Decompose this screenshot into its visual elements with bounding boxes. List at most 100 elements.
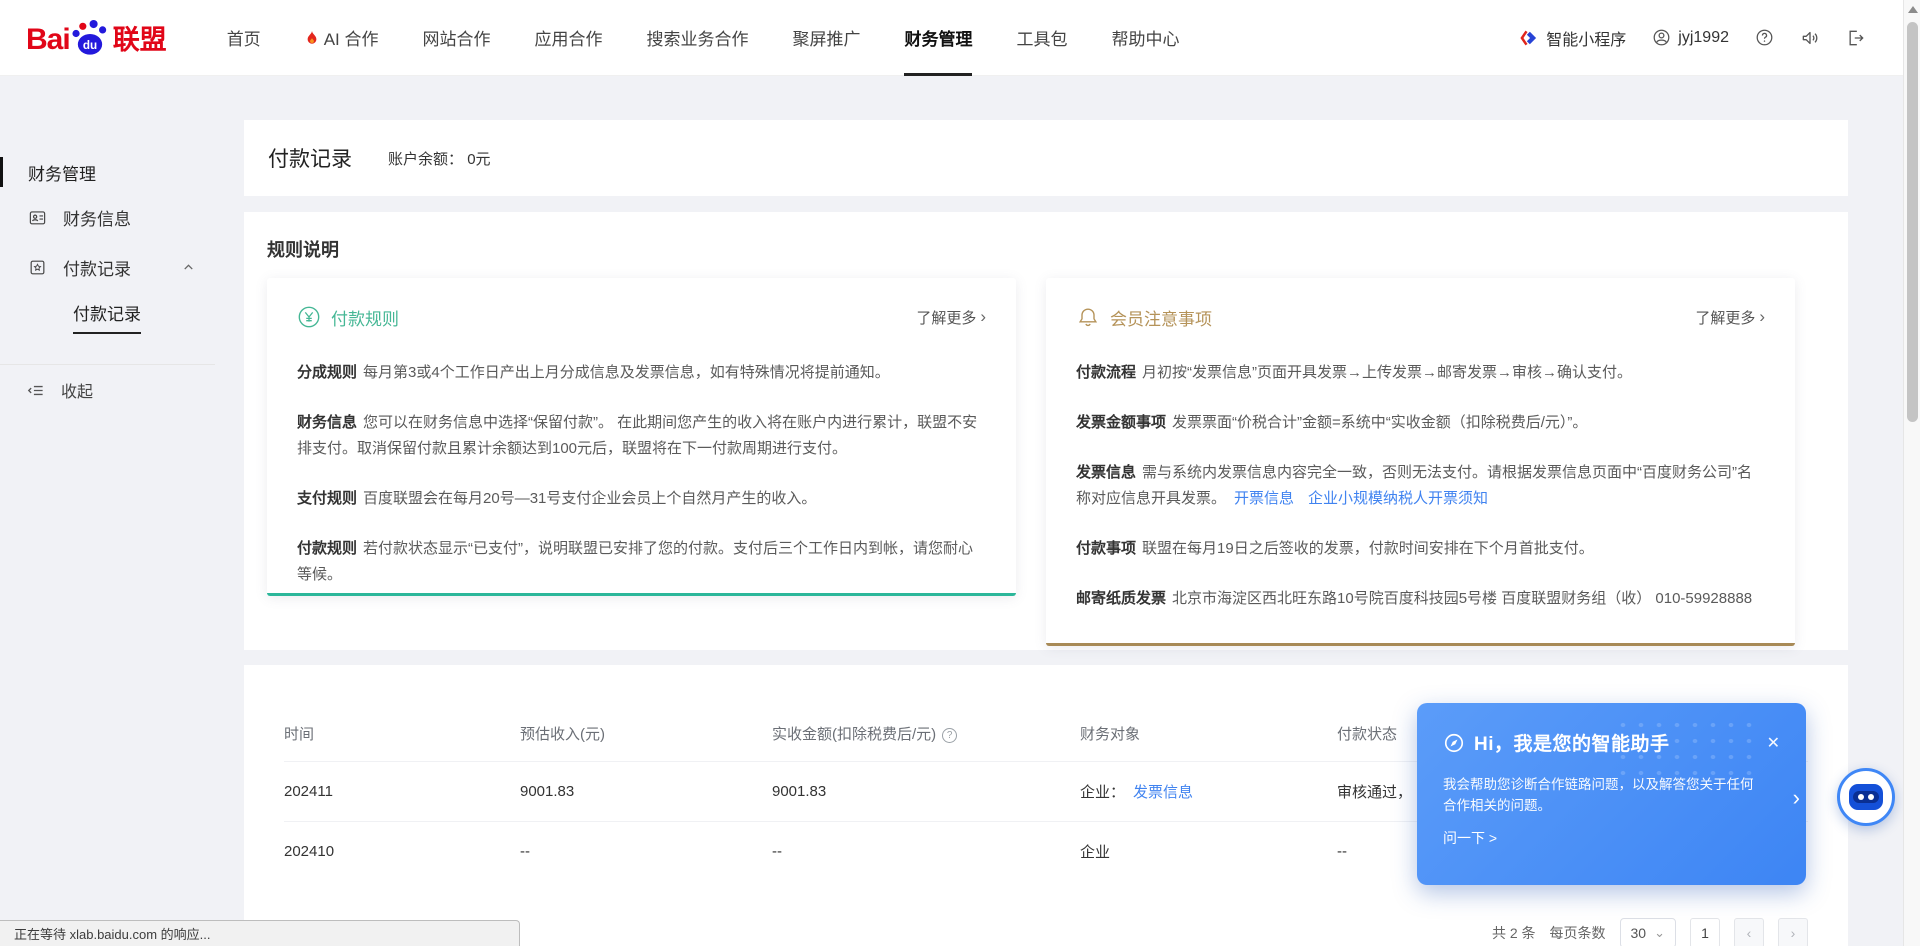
rules-heading: 规则说明 bbox=[267, 236, 1825, 262]
cell-actual: 9001.83 bbox=[772, 783, 1080, 800]
nav-finance-management[interactable]: 财务管理 bbox=[882, 0, 994, 76]
invoice-info-link[interactable]: 开票信息 bbox=[1234, 490, 1294, 507]
payment-rules-title-row: 付款规则 bbox=[297, 305, 399, 330]
nav-ai-cooperation[interactable]: AI 合作 bbox=[283, 0, 401, 76]
rule-item: 发票金额事项发票票面“价税合计”金额=系统中“实收金额（扣除税费后/元）”。 bbox=[1076, 410, 1765, 436]
sidebar-item-finance-info[interactable]: 财务信息 bbox=[0, 192, 243, 242]
scrollbar-thumb[interactable] bbox=[1907, 22, 1918, 422]
sidebar-section-finance-management[interactable]: 财务管理 bbox=[0, 152, 243, 192]
sidebar-section-label: 财务管理 bbox=[28, 160, 96, 185]
assistant-popup: Hi，我是您的智能助手 ✕ 我会帮助您诊断合作链路问题，以及解答您关于任何合作相… bbox=[1417, 703, 1806, 885]
collapse-label: 收起 bbox=[61, 378, 93, 402]
cell-estimated: -- bbox=[520, 843, 772, 860]
payment-rules-more-link[interactable]: 了解更多› bbox=[916, 307, 986, 328]
col-estimated-income: 预估收入(元) bbox=[520, 723, 772, 744]
rule-item: 发票信息需与系统内发票信息内容完全一致，否则无法支付。请根据发票信息页面中“百度… bbox=[1076, 460, 1765, 512]
assistant-title: Hi，我是您的智能助手 bbox=[1474, 729, 1670, 756]
cell-estimated: 9001.83 bbox=[520, 783, 772, 800]
user-icon bbox=[1652, 28, 1671, 47]
nav-app-cooperation[interactable]: 应用合作 bbox=[512, 0, 624, 76]
balance-label: 账户余额： bbox=[388, 151, 463, 168]
member-notice-title-row: 会员注意事项 bbox=[1076, 305, 1212, 330]
next-page-button[interactable]: › bbox=[1778, 918, 1808, 946]
col-actual-amount: 实收金额(扣除税费后/元)? bbox=[772, 723, 1080, 744]
rule-item: 付款事项联盟在每月19日之后签收的发票，付款时间安排在下个月首批支付。 bbox=[1076, 536, 1765, 562]
logo-text-bai: Bai bbox=[26, 23, 70, 57]
payment-rules-panel: 付款规则 了解更多› 分成规则每月第3或4个工作日产出上月分成信息及发票信息，如… bbox=[267, 278, 1016, 596]
top-navigation: Bai du 联盟 首页 AI 合作 网站合作 bbox=[0, 0, 1920, 76]
cell-time: 202411 bbox=[284, 783, 520, 800]
chevron-down-icon: ⌄ bbox=[1654, 925, 1665, 941]
nav-website-cooperation[interactable]: 网站合作 bbox=[400, 0, 512, 76]
user-account[interactable]: jyj1992 bbox=[1652, 28, 1729, 47]
small-taxpayer-notice-link[interactable]: 企业小规模纳税人开票须知 bbox=[1308, 490, 1488, 507]
nav-help-center[interactable]: 帮助中心 bbox=[1089, 0, 1201, 76]
close-icon[interactable]: ✕ bbox=[1767, 733, 1780, 753]
chevron-right-icon: › bbox=[980, 307, 986, 327]
page-viewport: Bai du 联盟 首页 AI 合作 网站合作 bbox=[0, 0, 1920, 946]
help-icon[interactable] bbox=[1755, 28, 1774, 47]
chevron-right-icon: › bbox=[1759, 307, 1765, 327]
sidebar-item-payment-records[interactable]: 付款记录 bbox=[0, 242, 243, 292]
rule-item: 支付规则百度联盟会在每月20号—31号支付企业会员上个自然月产生的收入。 bbox=[297, 486, 986, 512]
member-notice-more-link[interactable]: 了解更多› bbox=[1695, 307, 1765, 328]
page-number-button[interactable]: 1 bbox=[1690, 918, 1720, 946]
smart-miniapp-link[interactable]: 智能小程序 bbox=[1519, 26, 1626, 50]
assistant-avatar-button[interactable] bbox=[1837, 768, 1895, 826]
sidebar-item-label: 付款记录 bbox=[63, 255, 131, 280]
nav-screen-promotion[interactable]: 聚屏推广 bbox=[770, 0, 882, 76]
member-notice-panel: 会员注意事项 了解更多› 付款流程月初按“发票信息”页面开具发票→上传发票→邮寄… bbox=[1046, 278, 1795, 646]
scroll-up-arrow[interactable] bbox=[1908, 6, 1918, 13]
prev-page-button[interactable]: ‹ bbox=[1734, 918, 1764, 946]
cell-actual: -- bbox=[772, 843, 1080, 860]
chevron-right-icon[interactable]: › bbox=[1793, 785, 1800, 811]
payment-rules-title: 付款规则 bbox=[331, 305, 399, 330]
bell-icon bbox=[1076, 305, 1100, 329]
total-count: 共 2 条 bbox=[1492, 923, 1536, 943]
invoice-info-link[interactable]: 发票信息 bbox=[1133, 784, 1193, 801]
help-circle-icon[interactable]: ? bbox=[942, 728, 957, 743]
svg-text:du: du bbox=[83, 39, 97, 52]
cell-finance-target: 企业 bbox=[1080, 841, 1337, 862]
assistant-message: 我会帮助您诊断合作链路问题，以及解答您关于任何合作相关的问题。 bbox=[1443, 774, 1763, 816]
rule-item: 付款规则若付款状态显示“已支付”，说明联盟已安排了您的付款。支付后三个工作日内到… bbox=[297, 536, 986, 588]
finance-info-icon bbox=[28, 208, 47, 227]
nav-home[interactable]: 首页 bbox=[205, 0, 283, 76]
sidebar: 财务管理 财务信息 付款记录 付款记录 bbox=[0, 76, 243, 946]
compass-icon bbox=[1443, 732, 1465, 754]
account-balance: 账户余额： 0元 bbox=[388, 148, 491, 169]
collapse-icon bbox=[26, 381, 45, 400]
ask-button[interactable]: 问一下 > bbox=[1443, 828, 1497, 848]
page-header-card: 付款记录 账户余额： 0元 bbox=[244, 120, 1848, 196]
browser-status-bar: 正在等待 xlab.baidu.com 的响应... bbox=[0, 920, 520, 946]
speaker-icon[interactable] bbox=[1800, 28, 1820, 48]
nav-toolkit[interactable]: 工具包 bbox=[994, 0, 1089, 76]
rules-card: 规则说明 付款规则 了解更多› bbox=[244, 212, 1848, 650]
cell-time: 202410 bbox=[284, 843, 520, 860]
baidu-paw-icon: du bbox=[72, 19, 108, 57]
sidebar-item-label: 财务信息 bbox=[63, 205, 131, 230]
flame-icon bbox=[305, 30, 319, 46]
miniapp-diamond-icon bbox=[1519, 28, 1539, 48]
sidebar-subitem-payment-records[interactable]: 付款记录 bbox=[0, 292, 243, 342]
rule-item: 分成规则每月第3或4个工作日产出上月分成信息及发票信息，如有特殊情况将提前通知。 bbox=[297, 360, 986, 386]
status-text: 正在等待 xlab.baidu.com 的响应... bbox=[14, 924, 211, 943]
robot-face-icon bbox=[1849, 784, 1883, 810]
vertical-scrollbar[interactable] bbox=[1903, 0, 1920, 946]
nav-search-cooperation[interactable]: 搜索业务合作 bbox=[624, 0, 770, 76]
topnav-right-area: 智能小程序 jyj1992 bbox=[1519, 26, 1866, 50]
logout-icon[interactable] bbox=[1846, 28, 1866, 48]
per-page-label: 每页条数 bbox=[1550, 923, 1606, 943]
logo-text-union: 联盟 bbox=[113, 18, 167, 57]
sidebar-collapse-button[interactable]: 收起 bbox=[0, 365, 243, 415]
rule-item: 邮寄纸质发票北京市海淀区西北旺东路10号院百度科技园5号楼 百度联盟财务组（收）… bbox=[1076, 586, 1765, 612]
per-page-select[interactable]: 30 ⌄ bbox=[1620, 918, 1676, 946]
cell-finance-target: 企业：发票信息 bbox=[1080, 781, 1337, 802]
baidu-union-logo[interactable]: Bai du 联盟 bbox=[26, 18, 167, 57]
payment-record-icon bbox=[28, 258, 47, 277]
rule-item: 付款流程月初按“发票信息”页面开具发票→上传发票→邮寄发票→审核→确认支付。 bbox=[1076, 360, 1765, 386]
yen-circle-icon bbox=[297, 305, 321, 329]
col-finance-target: 财务对象 bbox=[1080, 723, 1337, 744]
page-title: 付款记录 bbox=[268, 143, 352, 173]
balance-value: 0元 bbox=[467, 151, 490, 168]
